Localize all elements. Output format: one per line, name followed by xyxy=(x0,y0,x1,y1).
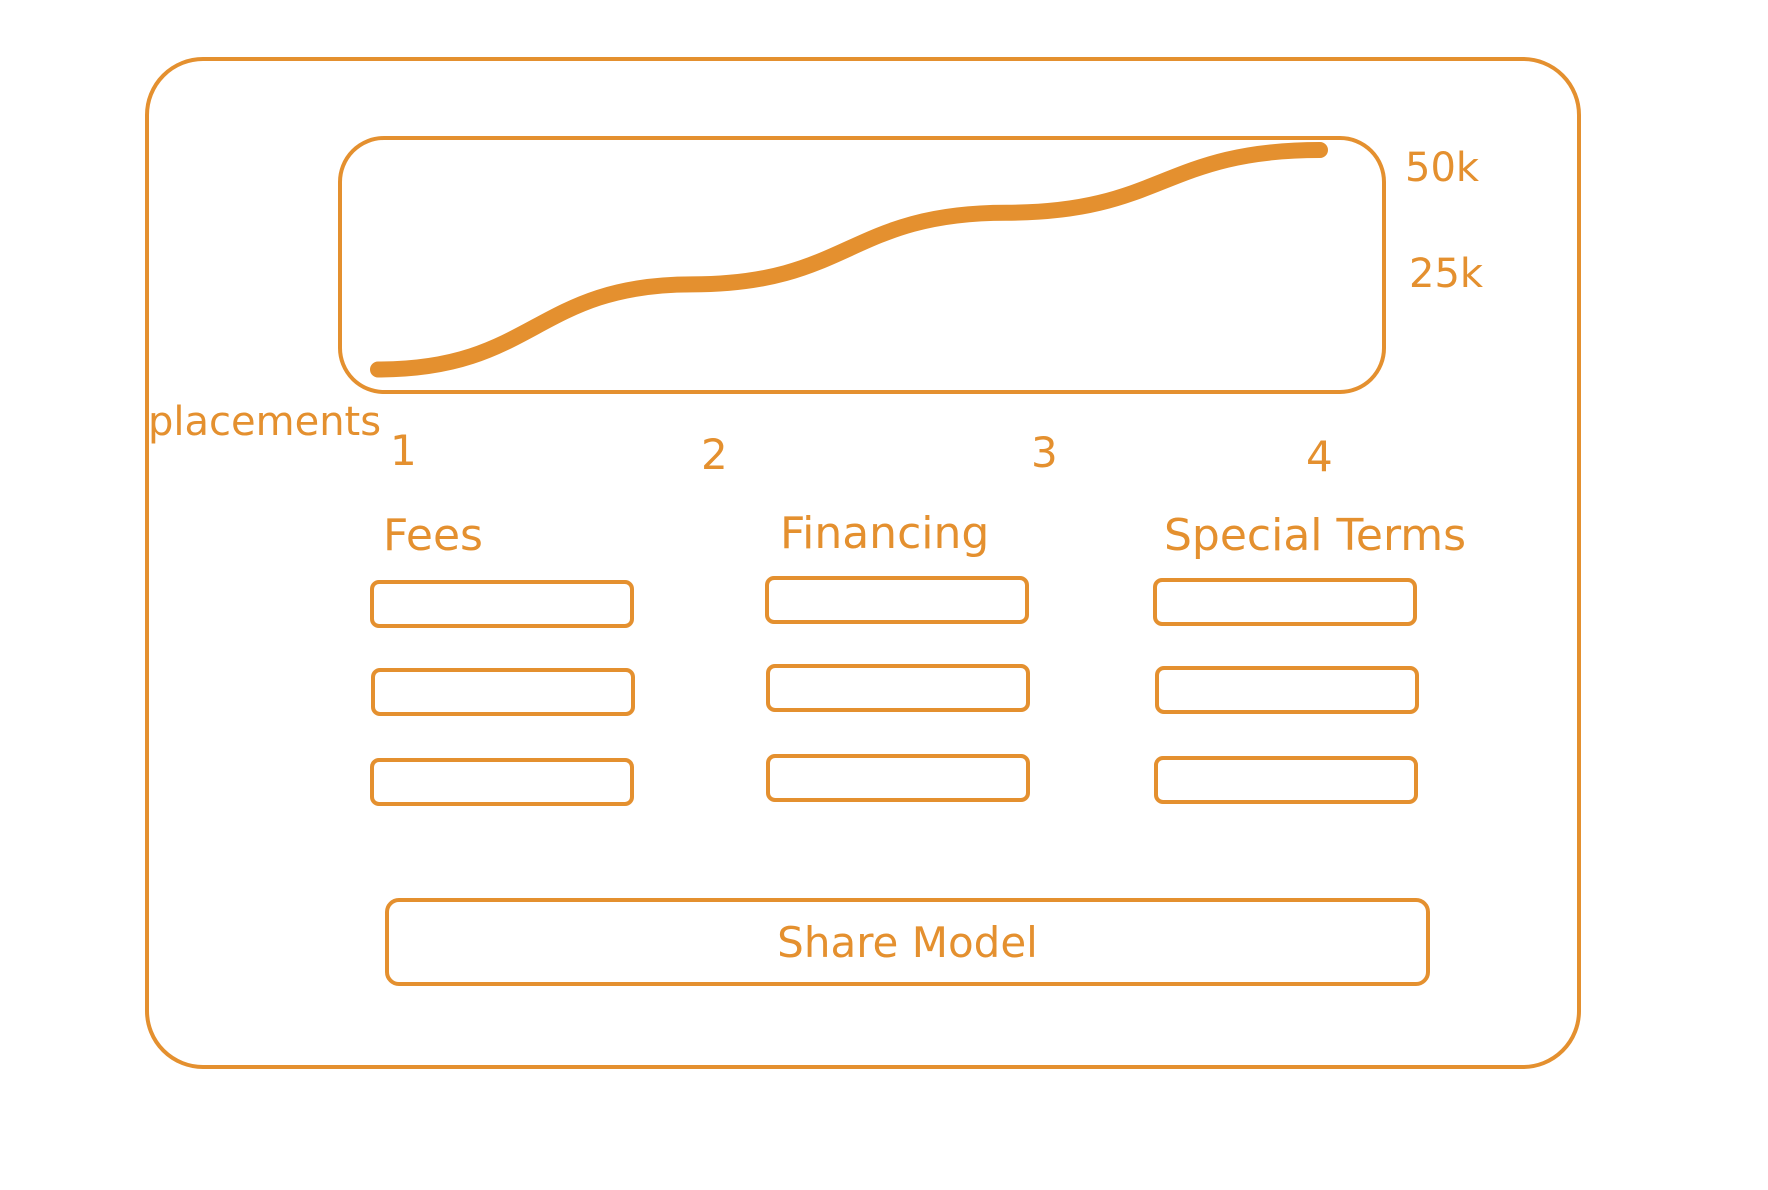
financing-field-2[interactable] xyxy=(766,664,1030,712)
x-axis-label: placements xyxy=(148,399,382,445)
y-tick-label-50k: 50k xyxy=(1405,145,1480,191)
fees-field-1[interactable] xyxy=(370,580,634,628)
x-tick-label-3: 3 xyxy=(1031,428,1058,477)
share-model-button[interactable]: Share Model xyxy=(385,898,1430,986)
special-terms-heading: Special Terms xyxy=(1164,510,1467,561)
chart-series-line xyxy=(370,142,1328,378)
x-tick-label-4: 4 xyxy=(1306,432,1333,481)
fees-heading: Fees xyxy=(383,510,483,561)
financing-heading: Financing xyxy=(780,508,990,559)
special-terms-field-2[interactable] xyxy=(1155,666,1419,714)
special-terms-field-1[interactable] xyxy=(1153,578,1417,626)
fees-field-2[interactable] xyxy=(371,668,635,716)
x-tick-label-1: 1 xyxy=(390,426,417,475)
special-terms-field-3[interactable] xyxy=(1154,756,1418,804)
financing-field-3[interactable] xyxy=(766,754,1030,802)
fees-field-3[interactable] xyxy=(370,758,634,806)
y-tick-label-25k: 25k xyxy=(1409,251,1484,297)
financing-field-1[interactable] xyxy=(765,576,1029,624)
projection-chart xyxy=(370,142,1328,378)
x-tick-label-2: 2 xyxy=(701,430,728,479)
